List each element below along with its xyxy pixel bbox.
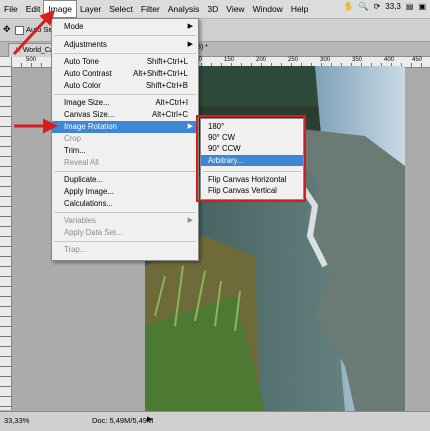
annotation-arrows <box>12 9 58 134</box>
annotation-arrow-menu <box>12 9 56 56</box>
